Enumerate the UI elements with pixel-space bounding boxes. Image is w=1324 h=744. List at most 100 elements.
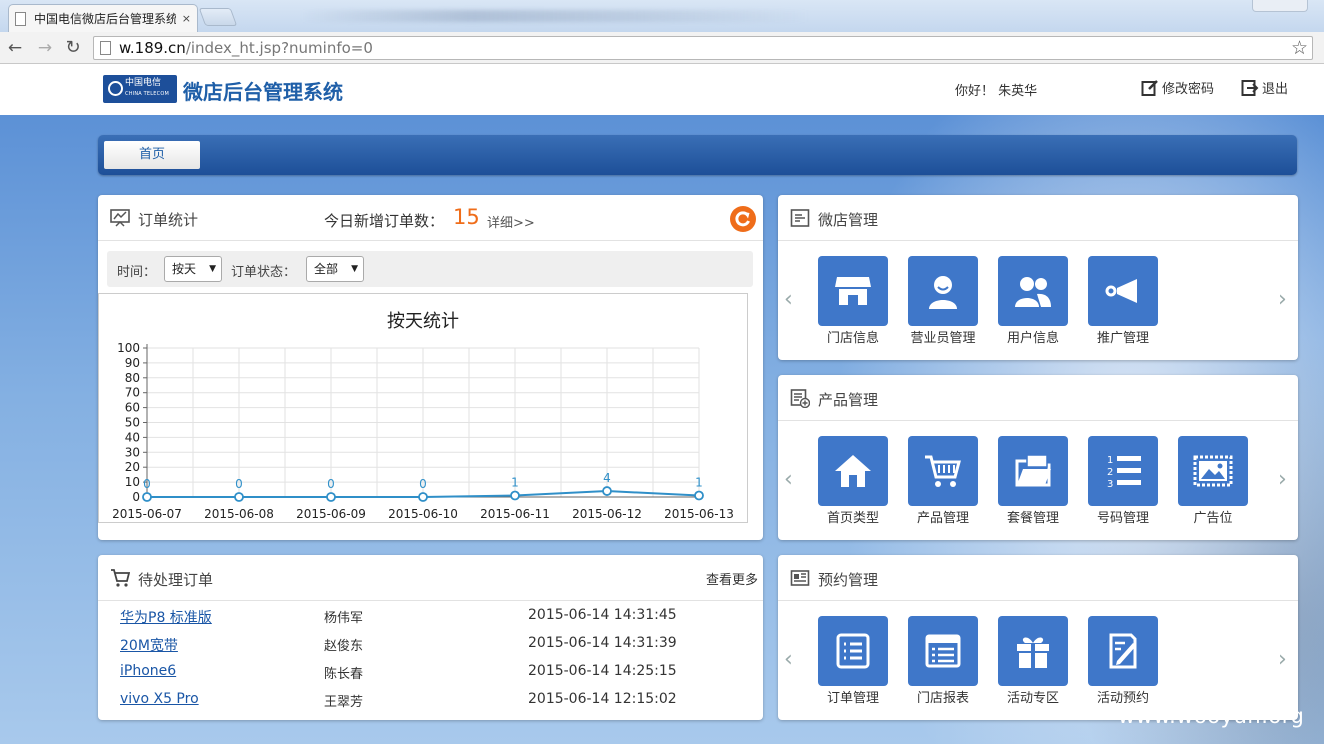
site-title: 微店后台管理系统 — [183, 80, 343, 104]
tile-clerk-management[interactable]: 营业员管理 — [908, 256, 978, 346]
tile-number-management[interactable]: 123 号码管理 — [1088, 436, 1158, 526]
tile-label: 用户信息 — [1006, 331, 1059, 346]
data-point — [510, 490, 520, 501]
logo-text: 中国电信 — [125, 78, 162, 88]
daily-orders-chart: 按天统计 0 10 20 30 40 50 60 70 80 90 100 2015-06-07 201… — [98, 293, 748, 523]
order-list-icon — [836, 633, 870, 669]
tile-event-zone[interactable]: 活动专区 — [998, 616, 1068, 706]
clerk-icon — [929, 276, 957, 309]
tile-label: 门店信息 — [826, 331, 879, 346]
time-select[interactable]: 按天 ▼ — [164, 256, 222, 282]
tile-package-management[interactable]: 套餐管理 — [998, 436, 1068, 526]
list-add-icon — [790, 389, 810, 408]
data-point — [142, 492, 152, 502]
y-tick-label: 80 — [125, 371, 140, 385]
x-tick-label: 2015-06-12 — [572, 507, 642, 521]
monitor-chart-icon — [110, 209, 130, 227]
page-icon — [15, 11, 26, 26]
data-label: 0 — [235, 477, 243, 491]
order-product-link[interactable]: iPhone6 — [120, 663, 176, 679]
x-tick-label: 2015-06-10 — [388, 507, 458, 521]
data-point — [418, 492, 428, 502]
tile-label: 套餐管理 — [1006, 511, 1059, 526]
tile-carousel: ‹ 门店信息 营业员管理 用户信息 推广管理 › — [778, 241, 1298, 360]
tile-product-management[interactable]: 产品管理 — [908, 436, 978, 526]
user-greeting: 你好！ 朱英华 — [955, 84, 1038, 99]
browser-tab[interactable]: 中国电信微店后台管理系统 × — [8, 4, 198, 32]
order-product-link[interactable]: vivo X5 Pro — [120, 691, 199, 707]
data-point — [326, 492, 336, 502]
panel-header: 待处理订单 查看更多 — [98, 555, 763, 601]
close-icon[interactable]: × — [182, 12, 191, 25]
logout-icon — [1241, 79, 1259, 96]
tile-label: 首页类型 — [826, 511, 879, 526]
edit-icon — [1109, 633, 1137, 669]
x-tick-label: 2015-06-09 — [296, 507, 366, 521]
y-tick-label: 20 — [125, 460, 140, 474]
x-tick-label: 2015-06-13 — [664, 507, 734, 521]
carousel-next-icon[interactable]: › — [1278, 287, 1287, 312]
refresh-button[interactable] — [730, 206, 756, 232]
order-time: 2015-06-14 14:31:45 — [528, 607, 677, 623]
url-host: w.189.cn — [119, 39, 186, 57]
order-product-link[interactable]: 20M宽带 — [120, 635, 178, 655]
refresh-icon — [735, 211, 750, 227]
order-time: 2015-06-14 14:31:39 — [528, 635, 677, 651]
bookmark-star-icon[interactable]: ☆ — [1291, 37, 1308, 59]
tile-order-management[interactable]: 订单管理 — [818, 616, 888, 706]
order-statistics-panel: 订单统计 今日新增订单数： 15 详细>> 时间： 按天 ▼ 订单状态： 全部 … — [98, 195, 763, 540]
view-more-link[interactable]: 查看更多 — [706, 569, 758, 588]
address-bar[interactable]: w.189.cn/index_ht.jsp?numinfo=0 ☆ — [93, 36, 1313, 60]
data-label: 1 — [695, 476, 703, 490]
tile-ad-slot[interactable]: 广告位 — [1178, 436, 1248, 526]
carousel-prev-icon[interactable]: ‹ — [784, 647, 793, 672]
carousel-prev-icon[interactable]: ‹ — [784, 287, 793, 312]
tile-user-info[interactable]: 用户信息 — [998, 256, 1068, 346]
y-tick-label: 50 — [125, 416, 140, 430]
tile-carousel: ‹ 订单管理 门店报表 活动专区 活动预约 › — [778, 601, 1298, 720]
tile-label: 推广管理 — [1096, 331, 1149, 346]
carousel-next-icon[interactable]: › — [1278, 467, 1287, 492]
dropdown-arrow-icon: ▼ — [351, 264, 358, 274]
tile-label: 门店报表 — [916, 691, 969, 706]
change-password-link[interactable]: 修改密码 — [1141, 78, 1214, 97]
y-tick-label: 10 — [125, 475, 140, 489]
window-controls[interactable] — [1252, 0, 1308, 12]
carousel-next-icon[interactable]: › — [1278, 647, 1287, 672]
reload-icon[interactable]: ↻ — [62, 37, 84, 59]
tab-home[interactable]: 首页 — [104, 141, 200, 169]
tile-promotion-management[interactable]: 推广管理 — [1088, 256, 1158, 346]
tile-store-info[interactable]: 门店信息 — [818, 256, 888, 346]
new-tab-button[interactable] — [198, 8, 238, 26]
data-label: 0 — [419, 477, 427, 491]
pending-orders-panel: 待处理订单 查看更多 华为P8 标准版 杨伟军 2015-06-14 14:31… — [98, 555, 763, 720]
tile-event-booking[interactable]: 活动预约 — [1088, 616, 1158, 706]
users-icon — [1015, 277, 1051, 307]
logout-link[interactable]: 退出 — [1241, 78, 1288, 97]
order-product-link[interactable]: 华为P8 标准版 — [120, 607, 212, 627]
y-tick-label: 100 — [117, 341, 140, 355]
today-orders-count: 15 — [453, 205, 480, 229]
tile-label: 订单管理 — [826, 691, 879, 706]
browser-toolbar: ← → ↻ w.189.cn/index_ht.jsp?numinfo=0 ☆ — [0, 32, 1324, 64]
report-icon — [925, 634, 961, 668]
tile-store-report[interactable]: 门店报表 — [908, 616, 978, 706]
x-tick-label: 2015-06-07 — [112, 507, 182, 521]
forward-arrow-icon[interactable]: → — [34, 37, 56, 59]
tile-label: 广告位 — [1193, 511, 1233, 526]
tile-label: 号码管理 — [1096, 511, 1149, 526]
status-select[interactable]: 全部 ▼ — [306, 256, 364, 282]
detail-link[interactable]: 详细>> — [487, 212, 535, 231]
tile-label: 活动专区 — [1006, 691, 1059, 706]
carousel-prev-icon[interactable]: ‹ — [784, 467, 793, 492]
tile-home-type[interactable]: 首页类型 — [818, 436, 888, 526]
panel-header: 订单统计 今日新增订单数： 15 详细>> — [98, 195, 763, 241]
picture-icon — [1193, 455, 1233, 487]
tile-label: 营业员管理 — [910, 331, 976, 346]
cart-icon — [111, 569, 130, 587]
table-row: 20M宽带 赵俊东 2015-06-14 14:31:39 — [120, 635, 750, 655]
panel-title: 待处理订单 — [138, 571, 214, 589]
back-arrow-icon[interactable]: ← — [4, 37, 26, 59]
order-time: 2015-06-14 14:25:15 — [528, 663, 677, 679]
tab-title: 中国电信微店后台管理系统 — [34, 12, 176, 26]
